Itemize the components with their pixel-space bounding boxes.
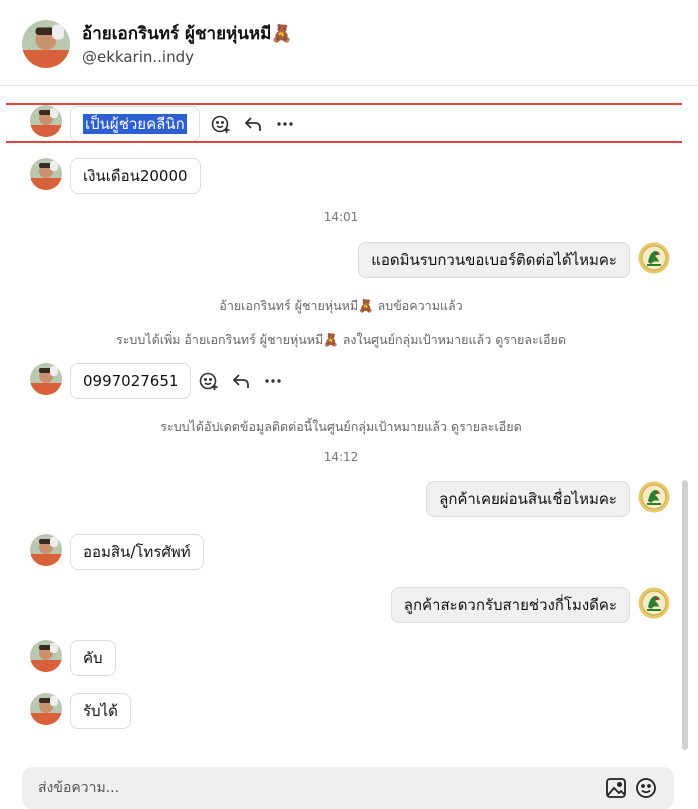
message-bubble-outgoing[interactable]: ลูกค้าสะดวกรับสายช่วงกี่โมงดีคะ — [390, 587, 630, 623]
emoji-add-icon[interactable] — [198, 370, 220, 392]
system-message[interactable]: ระบบได้อัปเดตข้อมูลติดต่อนี้ในศูนย์กลุ่ม… — [0, 417, 682, 437]
sender-avatar[interactable] — [30, 363, 62, 395]
message-actions — [198, 370, 284, 392]
message-bubble-incoming[interactable]: คับ — [70, 640, 116, 676]
contact-name[interactable]: อ้ายเอกรินทร์ ผู้ชายหุ่นหมี🧸 — [82, 20, 292, 47]
sender-avatar[interactable] — [30, 640, 62, 672]
message-composer — [22, 767, 674, 809]
reply-icon[interactable] — [230, 370, 252, 392]
thread-scrollbar[interactable] — [682, 480, 688, 750]
message-bubble-incoming[interactable]: ออมสิน/โทรศัพท์ — [70, 534, 204, 570]
selected-text[interactable]: เป็นผู้ช่วยคลีนิก — [83, 114, 187, 134]
emoji-icon[interactable] — [635, 777, 657, 799]
highlight-line-bottom — [6, 141, 682, 143]
message-thread: เป็นผู้ช่วยคลีนิก เงินเดือน20000 14:01 แ… — [0, 86, 682, 754]
chat-header: อ้ายเอกรินทร์ ผู้ชายหุ่นหมี🧸 @ekkarin..i… — [0, 0, 698, 86]
message-bubble-incoming[interactable]: รับได้ — [70, 693, 131, 729]
highlight-line-top — [6, 103, 682, 105]
sender-avatar[interactable] — [30, 534, 62, 566]
emoji-add-icon[interactable] — [210, 113, 232, 135]
page-avatar — [638, 242, 670, 274]
system-message: อ้ายเอกรินทร์ ผู้ชายหุ่นหมี🧸 ลบข้อความแล… — [219, 298, 463, 313]
message-bubble-incoming[interactable]: 0997027651 — [70, 363, 192, 399]
more-icon[interactable] — [274, 113, 296, 135]
contact-avatar[interactable] — [22, 20, 70, 68]
sender-avatar[interactable] — [30, 105, 62, 137]
page-avatar — [638, 587, 670, 619]
timestamp: 14:01 — [323, 210, 359, 224]
system-message[interactable]: ระบบได้เพิ่ม อ้ายเอกรินทร์ ผู้ชายหุ่นหมี… — [0, 330, 682, 350]
message-actions — [210, 113, 296, 135]
sender-avatar[interactable] — [30, 693, 62, 725]
message-input[interactable] — [38, 767, 598, 809]
timestamp: 14:12 — [323, 450, 359, 464]
message-bubble-outgoing[interactable]: แอดมินรบกวนขอเบอร์ติดต่อได้ไหมคะ — [358, 242, 630, 278]
contact-handle: @ekkarin..indy — [82, 48, 194, 66]
page-avatar — [638, 481, 670, 513]
reply-icon[interactable] — [242, 113, 264, 135]
message-bubble-incoming[interactable]: เงินเดือน20000 — [70, 158, 201, 194]
more-icon[interactable] — [262, 370, 284, 392]
sender-avatar[interactable] — [30, 158, 62, 190]
message-bubble-outgoing[interactable]: ลูกค้าเคยผ่อนสินเชื่อไหมคะ — [426, 481, 630, 517]
message-bubble-incoming[interactable]: เป็นผู้ช่วยคลีนิก — [70, 106, 200, 142]
image-icon[interactable] — [605, 777, 627, 799]
